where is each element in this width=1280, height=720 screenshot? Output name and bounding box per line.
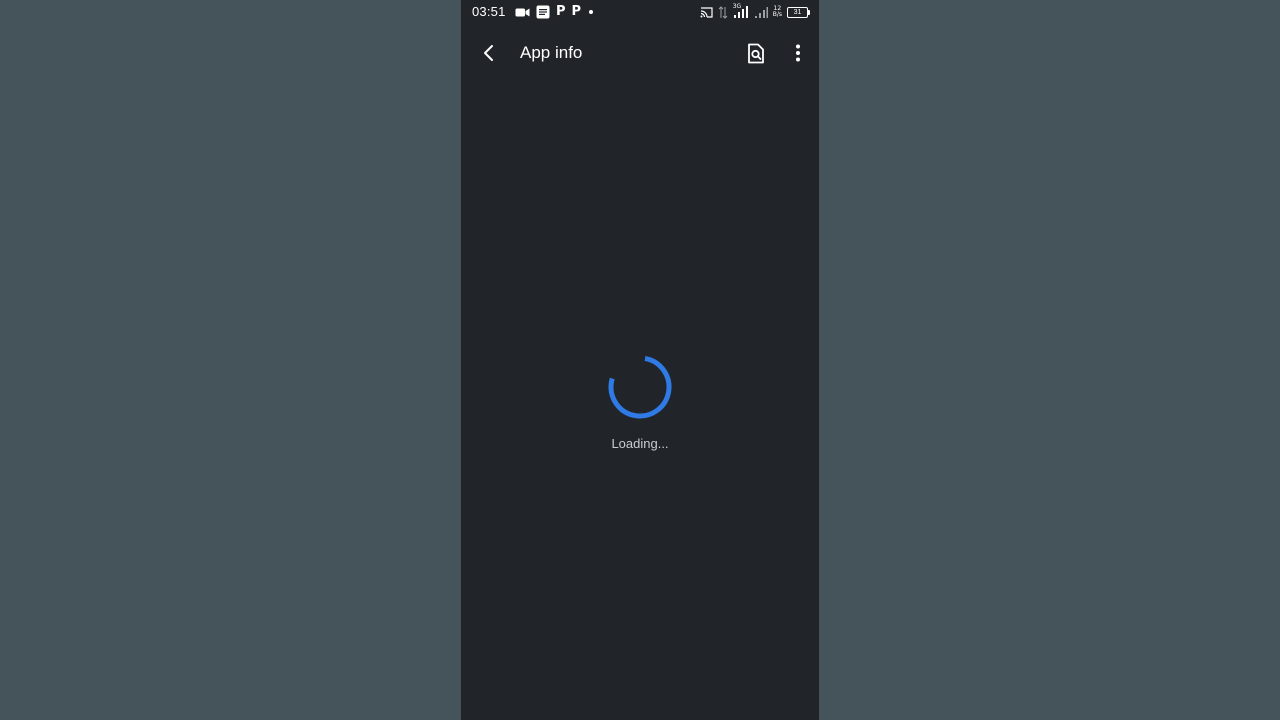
message-icon (536, 5, 550, 19)
p-app-icon: P (556, 4, 566, 19)
status-time: 03:51 (472, 4, 506, 19)
more-vertical-icon (796, 44, 800, 62)
speed-indicator: 12 B/s (773, 6, 782, 18)
signal-3g-icon: 3G (733, 3, 749, 19)
app-bar: App info (461, 28, 819, 78)
cast-icon (700, 6, 713, 18)
signal-icon (718, 5, 728, 19)
battery-icon: 31 (787, 6, 810, 18)
p-app-icon: P (571, 4, 582, 19)
notification-icons: P P (515, 4, 594, 19)
search-document-icon (748, 43, 764, 63)
video-camera-icon (515, 8, 530, 16)
back-arrow-icon (484, 45, 493, 61)
signal-icon (754, 6, 768, 18)
status-bar: 03:51 P P 3G 12 B/s 31 (461, 0, 819, 24)
loading-text: Loading... (611, 436, 669, 451)
phone-screen: 03:51 P P 3G 12 B/s 31 App info Loading.… (461, 0, 819, 720)
battery-level: 31 (793, 8, 802, 16)
speed-unit: B/s (772, 11, 782, 18)
loading-indicator: Loading... (461, 352, 819, 451)
loading-spinner-icon (608, 355, 672, 419)
back-button[interactable] (475, 39, 503, 67)
system-icons: 3G 12 B/s 31 (700, 3, 810, 20)
search-in-page-button[interactable] (742, 39, 770, 67)
page-title: App info (520, 43, 583, 62)
more-options-button[interactable] (784, 39, 812, 67)
dot-icon (589, 10, 594, 14)
